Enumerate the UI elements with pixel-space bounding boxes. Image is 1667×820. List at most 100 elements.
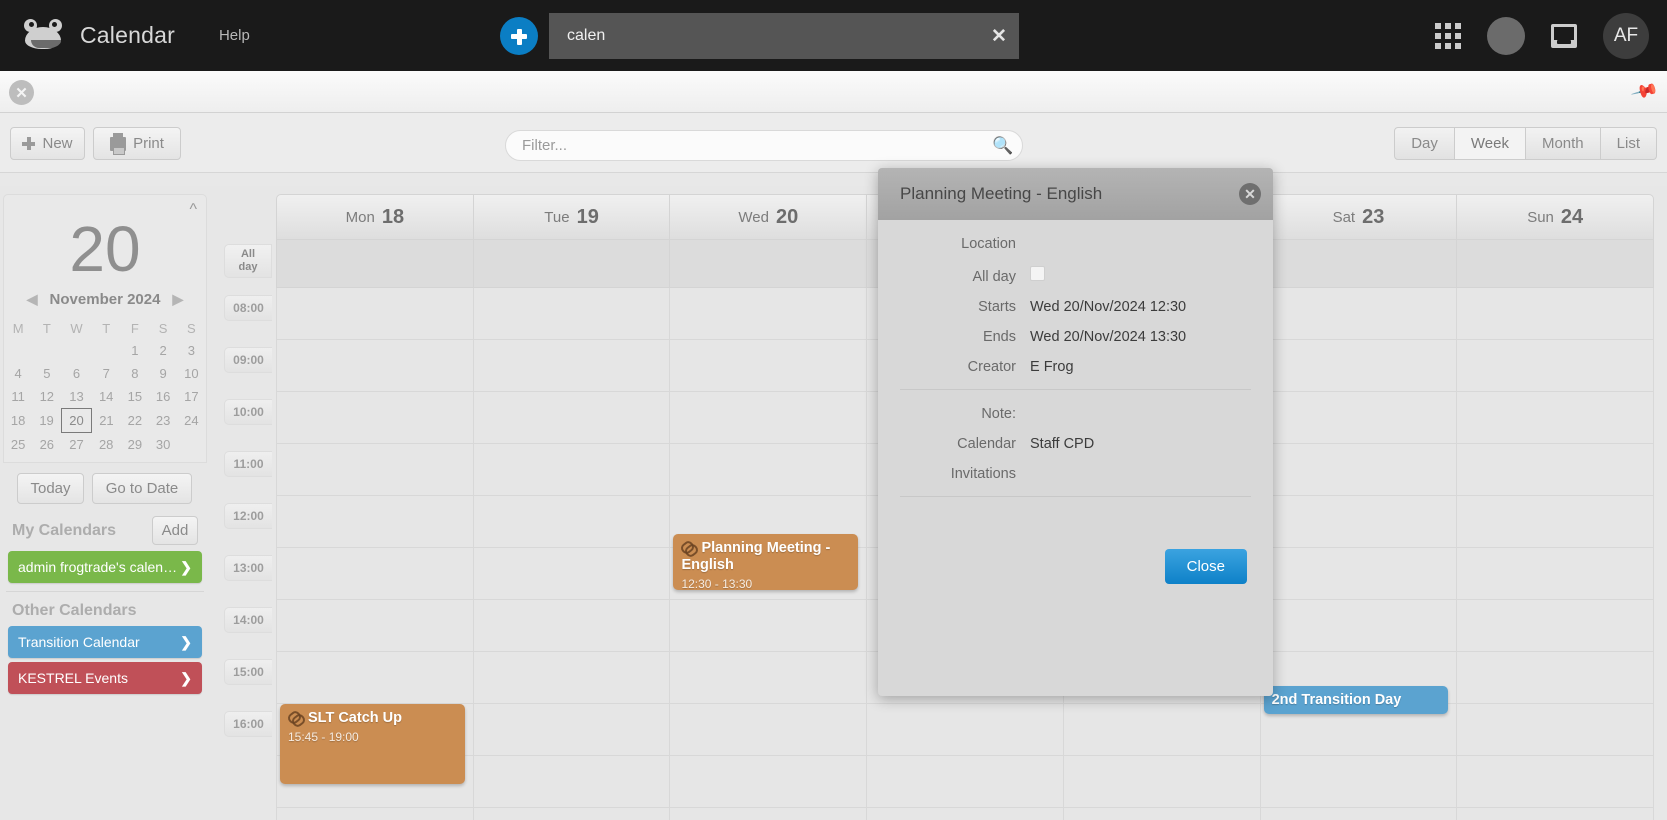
view-tab-list[interactable]: List xyxy=(1600,127,1657,160)
view-tab-month[interactable]: Month xyxy=(1525,127,1601,160)
hour-slot[interactable] xyxy=(670,704,867,756)
hour-slot[interactable] xyxy=(277,340,473,392)
triangle-left-icon[interactable]: ◀ xyxy=(27,291,38,308)
hour-slot[interactable] xyxy=(474,808,670,820)
mini-cal-day-11[interactable]: 11 xyxy=(4,385,32,409)
mini-cal-day-4[interactable]: 4 xyxy=(4,362,32,385)
all-day-cell-5[interactable] xyxy=(1260,240,1458,288)
hour-slot[interactable] xyxy=(670,288,867,340)
mini-cal-day-16[interactable]: 16 xyxy=(149,385,177,409)
mini-cal-day-17[interactable]: 17 xyxy=(177,385,205,409)
day-header-sun[interactable]: Sun 24 xyxy=(1457,194,1655,240)
mini-cal-day-24[interactable]: 24 xyxy=(177,409,205,433)
hour-slot[interactable] xyxy=(473,652,670,704)
chevron-right-icon[interactable]: ❯ xyxy=(180,634,192,651)
mini-cal-day-9[interactable]: 9 xyxy=(149,362,177,385)
mini-cal-day-23[interactable]: 23 xyxy=(149,409,177,433)
hour-slot[interactable] xyxy=(867,704,1063,756)
hour-slot[interactable] xyxy=(1260,444,1457,496)
filter-box[interactable]: 🔍 xyxy=(505,130,1023,161)
all-day-cell-2[interactable] xyxy=(670,240,868,288)
hour-slot[interactable] xyxy=(473,392,670,444)
chevron-right-icon[interactable]: ❯ xyxy=(180,670,192,687)
mini-cal-day-14[interactable]: 14 xyxy=(92,385,121,409)
mini-cal-day-8[interactable]: 8 xyxy=(121,362,149,385)
magnifier-icon[interactable]: 🔍 xyxy=(984,136,1022,156)
mini-cal-day-19[interactable]: 19 xyxy=(32,409,61,433)
hour-slot[interactable] xyxy=(277,444,473,496)
hour-slot[interactable] xyxy=(1457,808,1653,820)
day-header-mon[interactable]: Mon 18 xyxy=(276,194,474,240)
hour-slot[interactable] xyxy=(1260,548,1457,600)
hour-slot[interactable] xyxy=(1063,704,1260,756)
mini-cal-day-12[interactable]: 12 xyxy=(32,385,61,409)
new-button[interactable]: New xyxy=(10,127,85,160)
hour-slot[interactable] xyxy=(1457,548,1654,600)
mini-cal-day-18[interactable]: 18 xyxy=(4,409,32,433)
hour-slot[interactable] xyxy=(867,808,1063,820)
hour-slot[interactable] xyxy=(670,392,867,444)
hour-slot[interactable] xyxy=(670,808,866,820)
hour-slot[interactable] xyxy=(473,600,670,652)
hour-slot[interactable] xyxy=(670,756,867,808)
hour-slot[interactable] xyxy=(867,756,1063,808)
hour-slot[interactable] xyxy=(1260,600,1457,652)
mini-cal-day-28[interactable]: 28 xyxy=(92,433,121,457)
calendar-event-0[interactable]: Planning Meeting - English 12:30 - 13:30 xyxy=(673,534,859,590)
add-event-button[interactable] xyxy=(500,17,538,55)
hour-slot[interactable] xyxy=(1457,600,1654,652)
mini-cal-day-6[interactable]: 6 xyxy=(61,362,91,385)
day-column-2[interactable]: Planning Meeting - English 12:30 - 13:30 xyxy=(670,288,868,820)
global-search-box[interactable]: ✕ xyxy=(549,13,1019,59)
day-header-sat[interactable]: Sat 23 xyxy=(1260,194,1458,240)
mini-cal-day-30[interactable]: 30 xyxy=(149,433,177,457)
mini-cal-day-15[interactable]: 15 xyxy=(121,385,149,409)
view-tab-day[interactable]: Day xyxy=(1394,127,1455,160)
mini-cal-day-3[interactable]: 3 xyxy=(177,339,205,362)
go-to-date-button[interactable]: Go to Date xyxy=(92,473,192,504)
global-search-input[interactable] xyxy=(549,26,979,46)
hour-slot[interactable] xyxy=(1457,288,1654,340)
hour-slot[interactable] xyxy=(1457,704,1654,756)
hour-slot[interactable] xyxy=(473,444,670,496)
day-column-5[interactable]: 2nd Transition Day xyxy=(1260,288,1458,820)
hour-slot[interactable] xyxy=(277,808,473,820)
triangle-right-icon[interactable]: ▶ xyxy=(172,291,183,308)
mini-cal-day-27[interactable]: 27 xyxy=(61,433,91,457)
search-clear-icon[interactable]: ✕ xyxy=(979,25,1019,48)
my-calendar-item-0[interactable]: admin frogtrade's calen… ❯ xyxy=(8,551,202,583)
all-day-cell-6[interactable] xyxy=(1457,240,1655,288)
hour-slot[interactable] xyxy=(473,756,670,808)
filter-input[interactable] xyxy=(506,136,984,155)
frog-logo-icon[interactable] xyxy=(22,18,64,53)
inbox-tray-icon[interactable] xyxy=(1551,23,1577,48)
hour-slot[interactable] xyxy=(1457,340,1654,392)
other-calendar-item-1[interactable]: KESTREL Events ❯ xyxy=(8,662,202,694)
mini-cal-day-7[interactable]: 7 xyxy=(92,362,121,385)
hour-slot[interactable] xyxy=(1457,496,1654,548)
close-x-icon[interactable]: ✕ xyxy=(9,80,34,105)
mini-cal-day-10[interactable]: 10 xyxy=(177,362,205,385)
day-header-wed[interactable]: Wed 20 xyxy=(670,194,868,240)
all-day-cell-1[interactable] xyxy=(473,240,671,288)
hour-slot[interactable] xyxy=(670,340,867,392)
hour-slot[interactable] xyxy=(277,652,473,704)
hour-slot[interactable] xyxy=(1260,340,1457,392)
mini-cal-day-26[interactable]: 26 xyxy=(32,433,61,457)
mini-cal-day-5[interactable]: 5 xyxy=(32,362,61,385)
day-header-tue[interactable]: Tue 19 xyxy=(473,194,671,240)
hour-slot[interactable] xyxy=(670,600,867,652)
other-calendar-item-0[interactable]: Transition Calendar ❯ xyxy=(8,626,202,658)
view-tab-week[interactable]: Week xyxy=(1454,127,1526,160)
hour-slot[interactable] xyxy=(1260,288,1457,340)
hour-slot[interactable] xyxy=(1457,444,1654,496)
chevron-right-icon[interactable]: ❯ xyxy=(180,559,192,576)
grid-apps-icon[interactable] xyxy=(1435,22,1461,49)
avatar[interactable]: AF xyxy=(1603,12,1649,59)
hour-slot[interactable] xyxy=(1261,808,1457,820)
hour-slot[interactable] xyxy=(473,548,670,600)
add-calendar-button[interactable]: Add xyxy=(152,516,198,545)
mini-cal-day-13[interactable]: 13 xyxy=(61,385,91,409)
day-column-1[interactable] xyxy=(473,288,671,820)
mini-cal-day-21[interactable]: 21 xyxy=(92,409,121,433)
